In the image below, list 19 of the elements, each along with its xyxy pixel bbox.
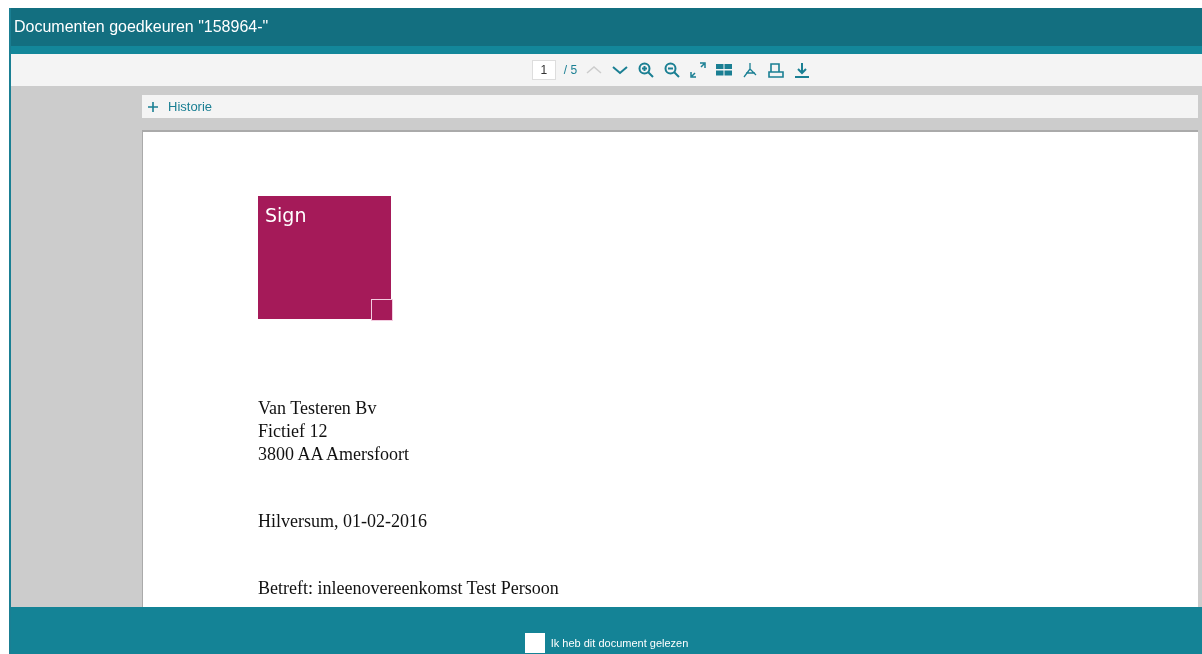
window-title: Documenten goedkeuren "158964-" — [14, 17, 269, 37]
download-icon[interactable] — [793, 61, 812, 79]
history-toggle[interactable]: Historie — [142, 95, 1198, 118]
letter-subject: Betreft: inleenovereenkomst Test Persoon — [258, 577, 560, 600]
page-total: / 5 — [563, 62, 578, 79]
letter-date: Hilversum, 01-02-2016 — [258, 510, 428, 533]
expand-icon[interactable] — [689, 61, 708, 79]
address-line: 3800 AA Amersfoort — [258, 443, 410, 466]
address-line: Van Testeren Bv — [258, 397, 378, 420]
plus-icon — [148, 101, 158, 112]
grid-icon[interactable] — [715, 61, 734, 79]
address-line: Fictief 12 — [258, 420, 329, 443]
zoom-in-icon[interactable] — [637, 61, 656, 79]
logo: Sign — [258, 196, 391, 319]
checkbox-label: Ik heb dit document gelezen — [550, 635, 689, 651]
page-number-field[interactable]: 1 — [531, 60, 556, 80]
print-icon[interactable] — [767, 61, 786, 79]
zoom-out-icon[interactable] — [663, 61, 682, 79]
checkbox[interactable] — [524, 633, 545, 653]
